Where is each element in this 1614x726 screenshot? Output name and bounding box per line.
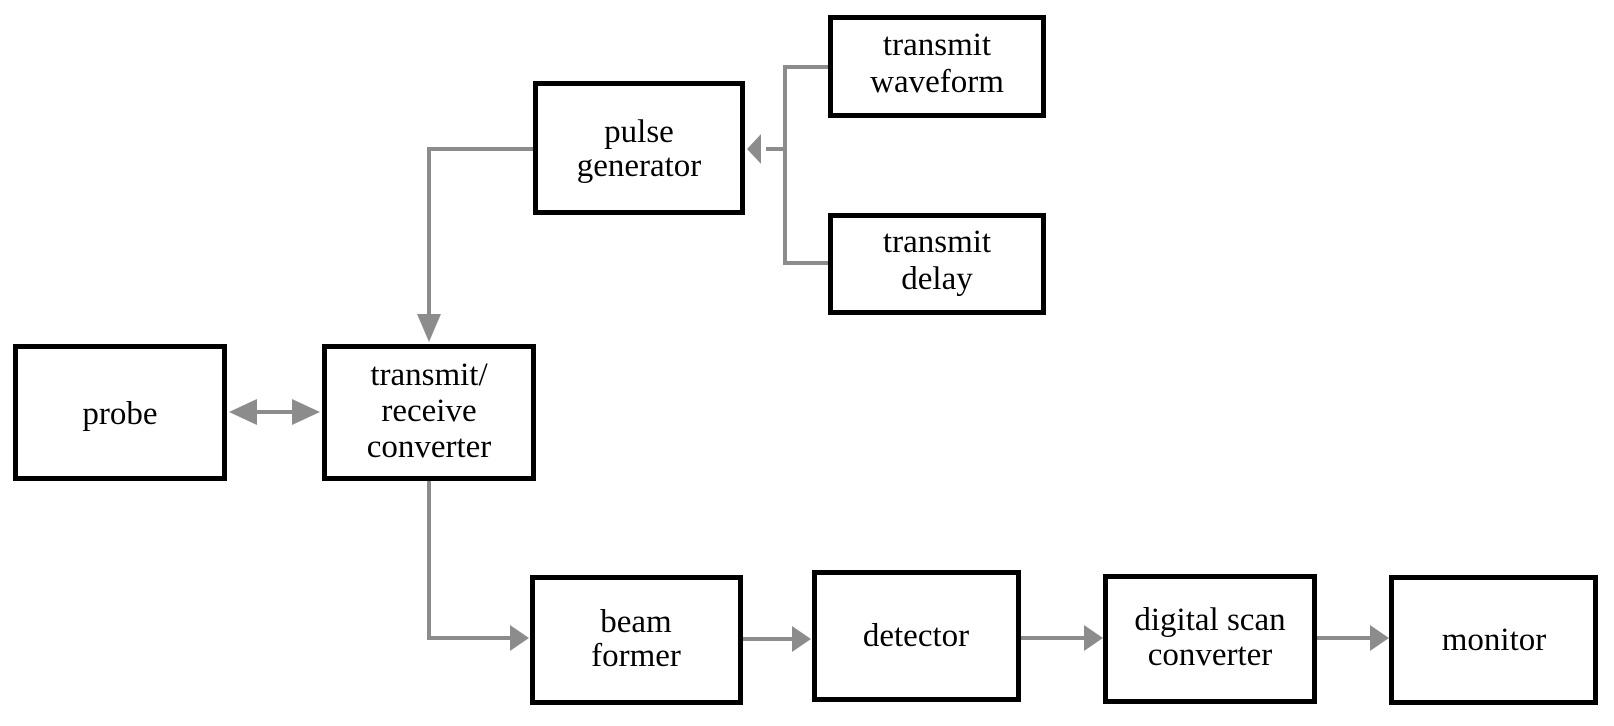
block-label: former bbox=[591, 638, 681, 674]
connector-digital-scan-converter-monitor bbox=[1317, 625, 1389, 651]
block-label: waveform bbox=[870, 64, 1004, 100]
connector-detector-digital-scan-converter bbox=[1021, 625, 1103, 651]
block-label: transmit bbox=[883, 224, 991, 260]
block-label: converter bbox=[367, 429, 492, 465]
block-label: delay bbox=[901, 261, 973, 297]
block-transmit-waveform: transmit waveform bbox=[828, 15, 1046, 118]
block-probe: probe bbox=[13, 344, 227, 481]
arrowhead-right-icon bbox=[1084, 625, 1103, 651]
block-label: detector bbox=[863, 618, 969, 654]
arrowhead-down-icon bbox=[417, 314, 441, 342]
block-label: digital scan bbox=[1134, 602, 1285, 638]
connector-pulse-generator-transmit-receive bbox=[417, 147, 535, 342]
arrowhead-left-icon bbox=[229, 399, 257, 425]
arrowhead-left-icon bbox=[747, 134, 761, 164]
block-monitor: monitor bbox=[1389, 575, 1598, 705]
block-detector: detector bbox=[812, 570, 1021, 702]
block-label: converter bbox=[1148, 637, 1273, 673]
block-label: beam bbox=[600, 604, 672, 640]
arrowhead-right-icon bbox=[1370, 625, 1389, 651]
block-label: receive bbox=[381, 393, 476, 429]
block-beam-former: beam former bbox=[530, 575, 743, 705]
block-transmit-receive-converter: transmit/ receive converter bbox=[322, 344, 536, 481]
block-digital-scan-converter: digital scan converter bbox=[1103, 574, 1317, 704]
arrowhead-right-icon bbox=[510, 625, 529, 651]
block-pulse-generator: pulse generator bbox=[533, 81, 745, 215]
connector-transmit-settings-pulse-generator bbox=[747, 65, 830, 265]
block-label: probe bbox=[82, 396, 157, 432]
block-label: pulse bbox=[604, 114, 674, 150]
connector-transmit-receive-beam-former bbox=[427, 479, 529, 651]
arrowhead-right-icon bbox=[292, 399, 320, 425]
block-label: monitor bbox=[1442, 622, 1547, 658]
block-transmit-delay: transmit delay bbox=[828, 213, 1046, 315]
block-label: transmit bbox=[883, 27, 991, 63]
block-label: generator bbox=[577, 148, 702, 184]
block-label: transmit/ bbox=[370, 357, 488, 393]
connector-probe-transmit-receive bbox=[229, 399, 320, 425]
block-diagram: probe transmit/ receive converter pulse … bbox=[13, 15, 1598, 705]
connector-beam-former-detector bbox=[743, 626, 811, 652]
arrowhead-right-icon bbox=[792, 626, 811, 652]
